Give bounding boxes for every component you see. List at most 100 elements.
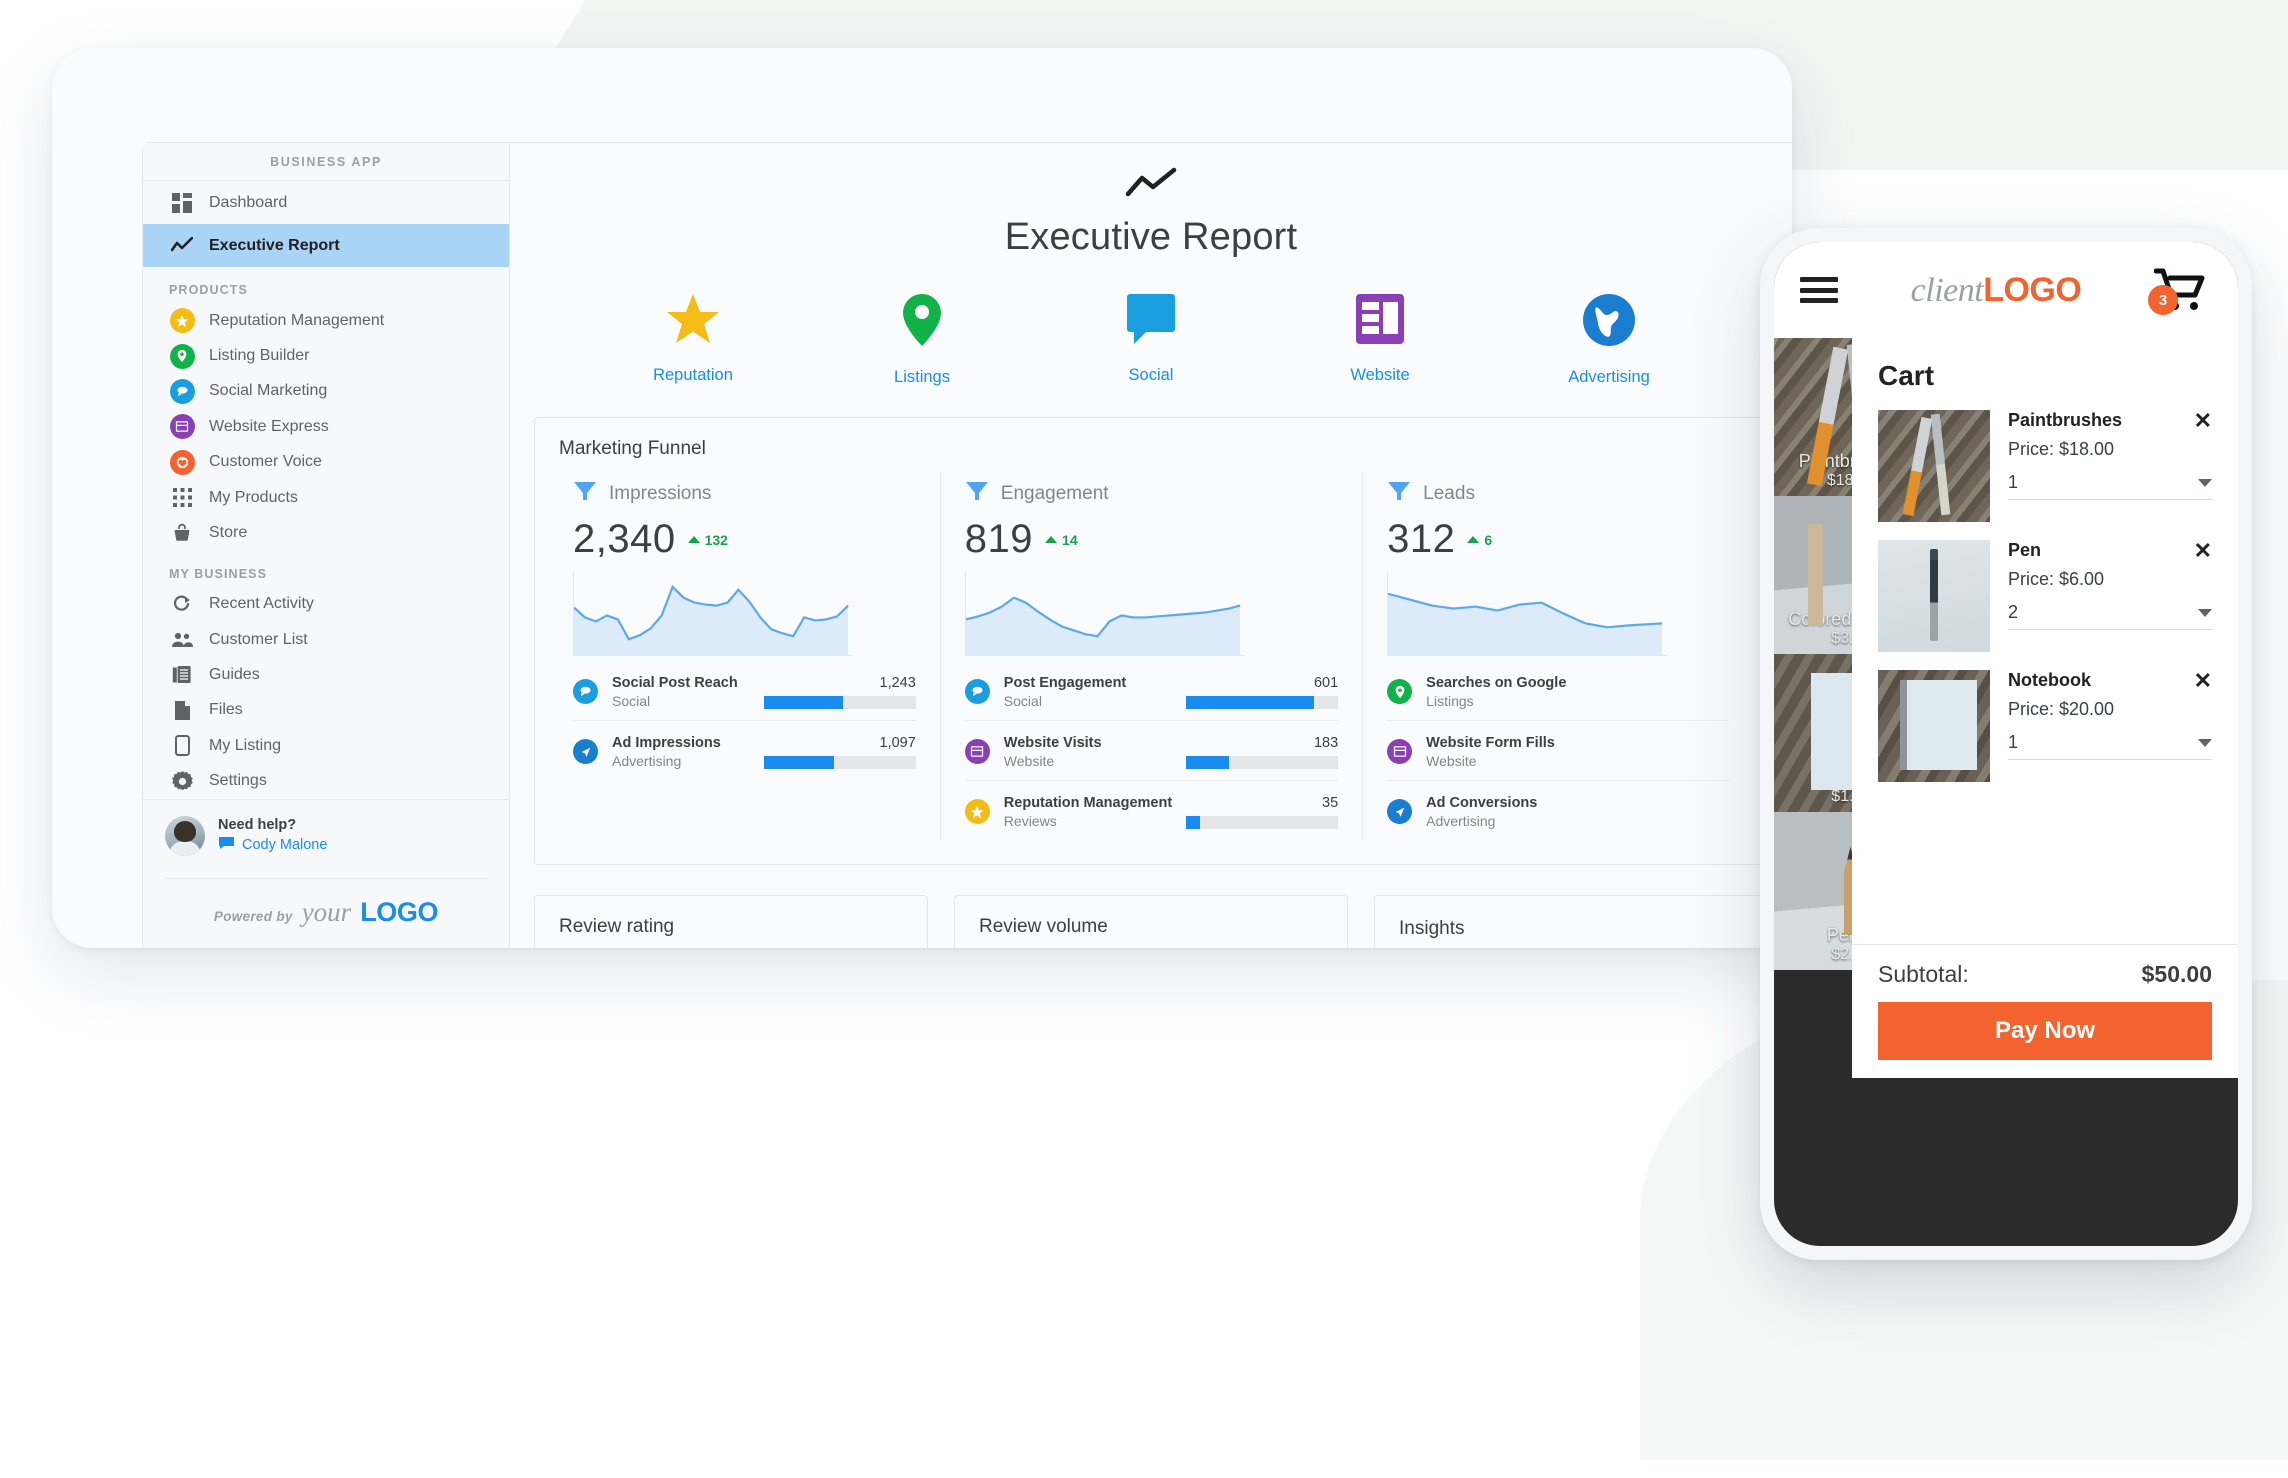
sidebar-item-store[interactable]: Store [143, 515, 509, 550]
item-name: Website Visits [1003, 735, 1102, 751]
funnel-value: 2,340 [573, 517, 676, 561]
remove-item-icon[interactable]: ✕ [2194, 670, 2212, 692]
category-row: Reputation Listings Social Website Adver… [534, 259, 1768, 387]
quantity-select[interactable]: 1 [2008, 732, 2212, 760]
sidebar-item-label: Executive Report [209, 236, 340, 254]
sidebar-item-my-listing[interactable]: My Listing [143, 728, 509, 763]
sidebar-item-my-products[interactable]: My Products [143, 480, 509, 515]
tablet-device-frame: BUSINESS APP Dashboard Executive Report [52, 48, 1792, 948]
item-source: Website [1426, 753, 1477, 769]
item-bar-track [1186, 755, 1339, 769]
item-source: Social [612, 693, 651, 709]
sidebar-item-label: Dashboard [209, 193, 288, 211]
help-title: Need help? [218, 817, 297, 834]
book-icon [169, 662, 195, 688]
item-source: Listings [1426, 693, 1474, 709]
sidebar-section-products: PRODUCTS [169, 283, 248, 298]
hamburger-menu-icon[interactable] [1800, 277, 1838, 303]
cart-footer: Subtotal: $50.00 Pay Now [1852, 944, 2238, 1078]
funnel-columns: Impressions 2,340 132 Social Post Reach … [535, 460, 1767, 864]
quantity-select[interactable]: 2 [2008, 602, 2212, 630]
cart-button[interactable]: 3 [2148, 267, 2212, 315]
sidebar-item-website-express[interactable]: Website Express [143, 409, 509, 444]
card-title: Review volume [979, 916, 1108, 937]
quantity-value: 1 [2008, 472, 2019, 492]
category-label: Reputation [653, 366, 733, 384]
basket-icon [169, 520, 195, 546]
subtotal-label: Subtotal: [1878, 961, 1969, 987]
sidebar-item-label: Store [209, 523, 248, 541]
arrow-up-icon [1045, 536, 1058, 543]
dashboard-icon [169, 190, 195, 216]
chevron-down-icon [2198, 738, 2212, 747]
sidebar-item-guides[interactable]: Guides [143, 657, 509, 692]
category-label: Advertising [1568, 368, 1650, 386]
cart-title: Cart [1878, 360, 1935, 391]
quantity-select[interactable]: 1 [2008, 472, 2212, 500]
layout-icon [1355, 293, 1405, 350]
funnel-label: Leads [1423, 482, 1475, 504]
list-item: Social Post Reach Social 1,243 [573, 661, 916, 720]
card-title: Review rating [559, 916, 675, 937]
funnel-icon [965, 480, 989, 507]
card-title: Insights [1399, 918, 1465, 939]
cart-popover-notch [2144, 338, 2180, 354]
item-value: 1,097 [879, 734, 916, 751]
category-reputation[interactable]: Reputation [618, 293, 768, 387]
sidebar-item-files[interactable]: Files [143, 693, 509, 728]
category-social[interactable]: Social [1076, 293, 1226, 387]
sidebar-item-social-marketing[interactable]: Social Marketing [143, 374, 509, 409]
cart-item-name: Notebook [2008, 670, 2091, 690]
chat-circle-icon [964, 679, 990, 704]
help-contact-link[interactable]: Cody Malone [218, 836, 327, 854]
remove-item-icon[interactable]: ✕ [2194, 410, 2212, 432]
item-value: 183 [1313, 734, 1339, 751]
sidebar-item-dashboard[interactable]: Dashboard [143, 181, 509, 224]
sidebar-item-recent-activity[interactable]: Recent Activity [143, 587, 509, 622]
category-listings[interactable]: Listings [847, 293, 997, 387]
cart-badge: 3 [2148, 285, 2178, 315]
sidebar-brand: BUSINESS APP [143, 143, 509, 182]
sidebar-item-settings[interactable]: Settings [143, 764, 509, 799]
item-bar-track [1186, 815, 1339, 829]
category-website[interactable]: Website [1305, 293, 1455, 387]
browser-circle-icon [964, 739, 990, 764]
item-bar-fill [763, 695, 843, 709]
pay-now-button[interactable]: Pay Now [1878, 1002, 2212, 1060]
item-texts: Website Form Fills Website [1426, 734, 1555, 769]
cart-item-name: Paintbrushes [2008, 410, 2123, 430]
chevron-down-icon [2198, 608, 2212, 617]
sidebar-item-customer-list[interactable]: Customer List [143, 622, 509, 657]
funnel-head: Impressions [573, 480, 916, 507]
item-bar-fill [763, 755, 834, 769]
funnel-items: Post Engagement Social 601 Website Visit… [964, 661, 1339, 840]
sidebar-item-label: Reputation Management [209, 311, 385, 329]
item-metric: 1,097 [763, 734, 916, 769]
funnel-delta: 6 [1467, 532, 1492, 548]
item-bar-track [1186, 695, 1339, 709]
item-bar-fill [1186, 695, 1314, 709]
item-metric: 35 [1186, 795, 1339, 829]
item-texts: Website Visits Website [1004, 734, 1102, 769]
chevron-down-icon [2198, 478, 2212, 487]
arrow-up-icon [1467, 536, 1480, 543]
quantity-value: 1 [2008, 732, 2019, 752]
sidebar-section-my-business: MY BUSINESS [169, 566, 268, 581]
map-pin-circle-icon [169, 343, 195, 369]
remove-item-icon[interactable]: ✕ [2194, 540, 2212, 562]
item-source: Reviews [1003, 813, 1057, 829]
list-item: Ad Impressions Advertising 1,097 [573, 720, 916, 780]
report-header: Executive Report [534, 143, 1768, 259]
sidebar-item-customer-voice[interactable]: Customer Voice [143, 445, 509, 480]
category-advertising[interactable]: Advertising [1534, 293, 1684, 387]
sidebar-item-label: Settings [209, 772, 267, 790]
main-content: Executive Report Reputation Listings Soc… [510, 142, 1792, 948]
sidebar-item-label: Social Marketing [209, 382, 328, 400]
funnel-column-engagement: Engagement 819 14 Post Engagement Social… [939, 472, 1362, 840]
chat-circle-icon [573, 679, 598, 704]
sidebar-item-listing-builder[interactable]: Listing Builder [143, 338, 509, 373]
sidebar-item-executive-report[interactable]: Executive Report [143, 224, 509, 268]
file-icon [169, 697, 195, 723]
sidebar-item-reputation-management[interactable]: Reputation Management [143, 303, 509, 338]
category-label: Listings [894, 368, 950, 386]
